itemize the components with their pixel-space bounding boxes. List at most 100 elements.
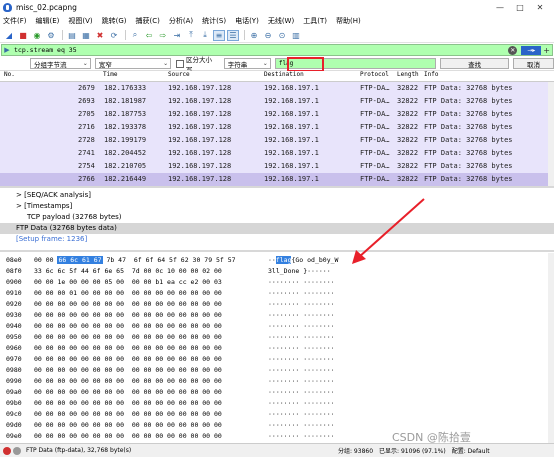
- menu-go[interactable]: 跳转(G): [102, 16, 127, 26]
- last-packet-icon[interactable]: ⤓: [199, 30, 211, 41]
- bytes-row[interactable]: 0960 00 00 00 00 00 00 00 00 00 00 00 00 …: [0, 343, 548, 354]
- capture-options-icon[interactable]: ⚙: [45, 30, 57, 41]
- packet-row[interactable]: 2754 182.210705 192.168.197.128 192.168.197…: [0, 160, 548, 173]
- menu-tools[interactable]: 工具(T): [303, 16, 327, 26]
- menu-statistics[interactable]: 统计(S): [202, 16, 226, 26]
- detail-row-ftp-data[interactable]: FTP Data (32768 bytes data): [0, 223, 554, 234]
- zoom-out-icon[interactable]: ⊖: [262, 30, 274, 41]
- packet-row[interactable]: 2705 182.187753 192.168.197.128 192.168.197…: [0, 108, 548, 121]
- bytes-row[interactable]: 09b0 00 00 00 00 00 00 00 00 00 00 00 00 …: [0, 398, 548, 409]
- cancel-button[interactable]: 取消: [512, 58, 554, 69]
- bytes-row[interactable]: 0970 00 00 00 00 00 00 00 00 00 00 00 00 …: [0, 354, 548, 365]
- packet-list[interactable]: 2679 182.176333 192.168.197.128 192.168.197…: [0, 82, 548, 186]
- packet-bytes-pane[interactable]: 08e0 00 00 66 6c 61 67 7b 47 6f 6f 64 5f …: [0, 253, 548, 443]
- go-back-icon[interactable]: ⇦: [143, 30, 155, 41]
- expert-info-icon[interactable]: [3, 446, 11, 455]
- status-profile[interactable]: 配置: Default: [452, 446, 490, 455]
- bytes-row[interactable]: 0920 00 00 00 00 00 00 00 00 00 00 00 00 …: [0, 299, 548, 310]
- display-filter-bar[interactable]: ▶ tcp.stream eq 35 ✕ →▸ +: [1, 44, 553, 56]
- packet-protocol: FTP-DA…: [360, 149, 390, 157]
- reload-icon[interactable]: ⟳: [108, 30, 120, 41]
- column-header-length[interactable]: Length: [397, 71, 419, 78]
- menu-edit[interactable]: 编辑(E): [36, 16, 60, 26]
- find-packet-icon[interactable]: ⌕: [129, 30, 141, 41]
- save-file-icon[interactable]: ▦: [80, 30, 92, 41]
- bytes-row[interactable]: 08f0 33 6c 6c 5f 44 6f 6e 65 7d 00 0c 10 …: [0, 266, 548, 277]
- add-filter-icon[interactable]: +: [543, 46, 550, 55]
- csdn-watermark: CSDN @陈拾壹: [392, 431, 471, 444]
- bytes-row[interactable]: 0940 00 00 00 00 00 00 00 00 00 00 00 00 …: [0, 321, 548, 332]
- packet-length: 32822: [397, 84, 419, 92]
- find-packet-bar: 分组字节流 ⌄ 宽窄 ⌄ 区分大小写 字符串 ⌄ flag 查找 取消: [0, 56, 554, 74]
- open-file-icon[interactable]: ▤: [66, 30, 78, 41]
- bytes-row[interactable]: 0950 00 00 00 00 00 00 00 00 00 00 00 00 …: [0, 332, 548, 343]
- menu-help[interactable]: 帮助(H): [336, 16, 361, 26]
- bytes-ascii: ··flag{Go od_b0y_W: [268, 256, 339, 264]
- detail-row-setup-frame[interactable]: [Setup frame: 1236]: [0, 234, 554, 243]
- stop-capture-icon[interactable]: ■: [17, 30, 29, 41]
- start-capture-icon[interactable]: ◢: [3, 30, 15, 41]
- find-button[interactable]: 查找: [440, 58, 509, 69]
- packet-row[interactable]: 2693 182.181987 192.168.197.128 192.168.197…: [0, 95, 548, 108]
- packet-row[interactable]: 2728 182.199179 192.168.197.128 192.168.197…: [0, 134, 548, 147]
- packet-protocol: FTP-DA…: [360, 162, 390, 170]
- bytes-ascii: ········ ········: [268, 421, 335, 429]
- detail-row-seq-ack[interactable]: > [SEQ/ACK analysis]: [0, 190, 554, 201]
- zoom-in-icon[interactable]: ⊕: [248, 30, 260, 41]
- packet-row[interactable]: 2679 182.176333 192.168.197.128 192.168.197…: [0, 82, 548, 95]
- go-forward-icon[interactable]: ⇨: [157, 30, 169, 41]
- bytes-row[interactable]: 0990 00 00 00 00 00 00 00 00 00 00 00 00 …: [0, 376, 548, 387]
- column-header-destination[interactable]: Destination: [264, 71, 304, 78]
- pane-splitter[interactable]: [0, 250, 554, 252]
- close-button[interactable]: ✕: [530, 0, 550, 14]
- detail-row-timestamps[interactable]: > [Timestamps]: [0, 201, 554, 212]
- detail-row-tcp-payload[interactable]: TCP payload (32768 bytes): [0, 212, 554, 223]
- toolbar-separator: [244, 30, 245, 40]
- packet-list-scrollbar[interactable]: [548, 82, 554, 186]
- bytes-row[interactable]: 08e0 00 00 66 6c 61 67 7b 47 6f 6f 64 5f …: [0, 255, 548, 266]
- resize-columns-icon[interactable]: ▥: [290, 30, 302, 41]
- column-header-info[interactable]: Info: [424, 71, 438, 78]
- bytes-row[interactable]: 09c0 00 00 00 00 00 00 00 00 00 00 00 00 …: [0, 409, 548, 420]
- clear-filter-icon[interactable]: ✕: [508, 45, 518, 55]
- maximize-button[interactable]: □: [510, 0, 530, 14]
- bytes-row[interactable]: 0910 00 00 00 01 00 00 00 00 00 00 00 00 …: [0, 288, 548, 299]
- menu-file[interactable]: 文件(F): [3, 16, 27, 26]
- menu-capture[interactable]: 捕获(C): [136, 16, 160, 26]
- display-filter-input[interactable]: tcp.stream eq 35: [14, 46, 77, 54]
- packet-row[interactable]: 2716 182.193378 192.168.197.128 192.168.197…: [0, 121, 548, 134]
- auto-scroll-icon[interactable]: ≡: [213, 29, 225, 41]
- restart-capture-icon[interactable]: ◉: [31, 30, 43, 41]
- menu-analyze[interactable]: 分析(A): [169, 16, 193, 26]
- bytes-row[interactable]: 09a0 00 00 00 00 00 00 00 00 00 00 00 00 …: [0, 387, 548, 398]
- column-header-protocol[interactable]: Protocol: [360, 71, 389, 78]
- menu-view[interactable]: 视图(V): [68, 16, 92, 26]
- packet-row[interactable]: 2766 182.216449 192.168.197.128 192.168.197…: [0, 173, 548, 186]
- case-sensitive-checkbox[interactable]: [176, 59, 185, 68]
- column-header-time[interactable]: Time: [103, 71, 117, 78]
- first-packet-icon[interactable]: ⤒: [185, 30, 197, 41]
- capture-comment-icon[interactable]: [13, 446, 21, 455]
- toolbar-separator: [62, 30, 63, 40]
- packet-protocol: FTP-DA…: [360, 175, 390, 183]
- go-to-packet-icon[interactable]: ⇥: [171, 30, 183, 41]
- close-file-icon[interactable]: ✖: [94, 30, 106, 41]
- bytes-row[interactable]: 0930 00 00 00 00 00 00 00 00 00 00 00 00 …: [0, 310, 548, 321]
- menu-telephony[interactable]: 电话(Y): [235, 16, 259, 26]
- column-header-source[interactable]: Source: [168, 71, 190, 78]
- bytes-row[interactable]: 0980 00 00 00 00 00 00 00 00 00 00 00 00 …: [0, 365, 548, 376]
- column-header-no[interactable]: No.: [4, 71, 15, 78]
- search-scope-select[interactable]: 分组字节流 ⌄: [30, 58, 91, 69]
- menu-wireless[interactable]: 无线(W): [268, 16, 294, 26]
- colorize-icon[interactable]: ☰: [227, 29, 239, 41]
- bytes-hex: 00 00 00 00 00 00 00 00 00 00 00 00 00 0…: [34, 377, 222, 385]
- zoom-reset-icon[interactable]: ⊙: [276, 30, 288, 41]
- char-width-select[interactable]: 宽窄 ⌄: [94, 58, 172, 69]
- search-type-select[interactable]: 字符串 ⌄: [223, 58, 271, 69]
- minimize-button[interactable]: —: [490, 0, 510, 14]
- apply-filter-button[interactable]: →▸: [521, 45, 542, 55]
- filter-bookmark-icon[interactable]: ▶: [2, 45, 12, 55]
- bytes-pane-scrollbar[interactable]: [548, 253, 554, 443]
- packet-row[interactable]: 2741 182.204452 192.168.197.128 192.168.197…: [0, 147, 548, 160]
- bytes-row[interactable]: 0900 00 00 1e 00 00 00 05 00 00 00 b1 ea …: [0, 277, 548, 288]
